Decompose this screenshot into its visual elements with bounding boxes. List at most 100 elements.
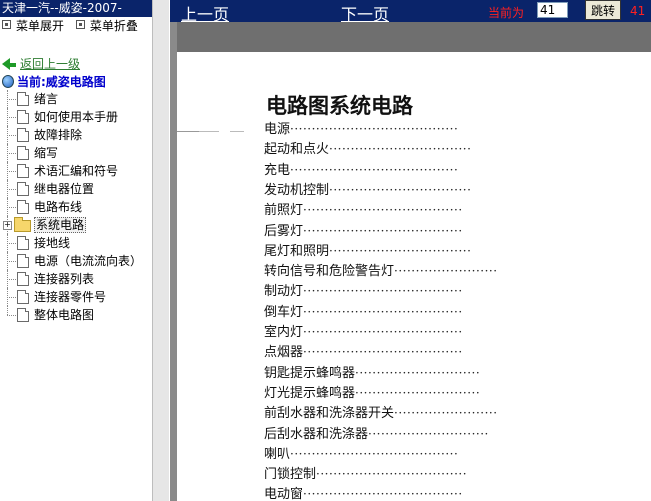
manual-title: 天津一汽--威姿-2007- <box>0 0 152 17</box>
jump-button[interactable]: 跳转 <box>585 0 621 20</box>
toc-entry: 倒车灯····································· <box>264 301 463 320</box>
back-link[interactable]: 返回上一级 <box>2 55 80 72</box>
tree-branch <box>7 99 16 100</box>
toc-entry: 点烟器····································· <box>264 341 463 360</box>
tree-item-relay-locations[interactable]: 继电器位置 <box>0 180 152 198</box>
content-frame: 上一页 下一页 当前为 跳转 41 电路图系统电路 电源············… <box>170 0 651 501</box>
toc-entry: 后刮水器和洗涤器···························· <box>264 423 489 442</box>
tree-branch <box>7 189 16 190</box>
tree-branch <box>7 207 16 208</box>
tree-branch <box>7 117 16 118</box>
toc-entry-title: 点烟器 <box>264 345 304 361</box>
page-viewer[interactable]: 电路图系统电路 电源······························… <box>170 22 651 501</box>
frame-splitter[interactable] <box>152 0 169 501</box>
total-pages: 41 <box>630 4 646 18</box>
expand-menu-label: 菜单展开 <box>16 19 65 33</box>
toc-entry: 室内灯····································· <box>264 321 463 340</box>
tree-branch <box>7 243 16 244</box>
tree-item-glossary[interactable]: 术语汇编和符号 <box>0 162 152 180</box>
tree-item-label: 接地线 <box>34 236 71 250</box>
document-icon <box>17 308 29 322</box>
toc-entry: 制动灯····································· <box>264 280 463 299</box>
toc-entry-title: 转向信号和危险警告灯 <box>264 264 395 280</box>
tree-item-power-flow[interactable]: 电源（电流流向表） <box>0 252 152 270</box>
tree-item-wiring[interactable]: 电路布线 <box>0 198 152 216</box>
scan-mark <box>230 131 244 132</box>
toc-entry-title: 前照灯 <box>264 203 304 219</box>
current-node: 当前:威姿电路图 <box>2 73 106 90</box>
document-icon <box>17 200 29 214</box>
current-page-label: 当前为 <box>488 6 525 20</box>
document-icon <box>17 236 29 250</box>
dot-leader: ····································· <box>303 487 463 501</box>
dot-leader: ····························· <box>355 365 481 380</box>
dot-leader: ····································· <box>303 325 463 339</box>
dot-leader: ························ <box>394 264 498 279</box>
back-arrow-shaft <box>10 63 16 67</box>
folder-icon <box>14 217 31 232</box>
document-icon <box>17 128 29 142</box>
toc-entry: 前照灯····································· <box>264 199 463 218</box>
tree-item-connector-list[interactable]: 连接器列表 <box>0 270 152 288</box>
tree-item-label: 如何使用本手册 <box>34 110 119 124</box>
document-icon <box>17 164 29 178</box>
toc-entry: 尾灯和照明································· <box>264 240 471 259</box>
toc-entry-title: 起动和点火 <box>264 142 330 158</box>
tree-item-abbreviations[interactable]: 缩写 <box>0 144 152 162</box>
expand-icon <box>2 20 11 29</box>
collapse-menu-button[interactable]: 菜单折叠 <box>75 17 138 35</box>
scanned-page: 电路图系统电路 电源······························… <box>177 52 651 501</box>
tree-item-how-to-use[interactable]: 如何使用本手册 <box>0 108 152 126</box>
dot-leader: ··································· <box>316 467 468 482</box>
toc-entry-title: 后雾灯 <box>264 223 304 239</box>
toc-entry: 发动机控制································· <box>264 179 471 198</box>
tree-item-troubleshooting[interactable]: 故障排除 <box>0 126 152 144</box>
toc-entry: 电动窗····································· <box>264 483 463 501</box>
tree-item-system-circuits[interactable]: + 系统电路 <box>0 216 152 234</box>
tree-item-label: 电路布线 <box>34 200 83 214</box>
tree-item-label: 继电器位置 <box>34 182 95 196</box>
expand-menu-button[interactable]: 菜单展开 <box>2 17 64 35</box>
toc-entry-title: 充电 <box>264 162 291 178</box>
tree-item-label: 故障排除 <box>34 128 83 142</box>
toc-entry-title: 电源 <box>264 122 291 137</box>
toc-entry-title: 门锁控制 <box>264 467 317 483</box>
tree-item-label: 电源（电流流向表） <box>34 254 143 268</box>
toc-entry-title: 倒车灯 <box>264 304 304 320</box>
back-arrow-icon <box>2 58 10 70</box>
dot-leader: ······································· <box>290 446 459 461</box>
tree-item-connector-parts[interactable]: 连接器零件号 <box>0 288 152 306</box>
dot-leader: ························ <box>394 406 498 421</box>
tree-menu: 绪言 如何使用本手册 故障排除 缩写 术语汇编和符号 继电器位置 电路布线 + 系… <box>0 90 152 324</box>
dot-leader: ····································· <box>303 345 463 360</box>
tree-item-ground[interactable]: 接地线 <box>0 234 152 252</box>
tree-item-label: 整体电路图 <box>34 308 95 322</box>
current-node-label: 当前:威姿电路图 <box>17 75 106 89</box>
expand-plus-icon[interactable]: + <box>3 221 12 230</box>
tree-item-label: 连接器列表 <box>34 272 95 286</box>
tree-line <box>7 306 8 315</box>
document-icon <box>17 290 29 304</box>
toc-entry: 充电······································… <box>264 159 458 178</box>
tree-item-label: 绪言 <box>34 92 59 106</box>
toc-entry-title: 灯光提示蜂鸣器 <box>264 385 356 401</box>
toc-entry-title: 钥匙提示蜂鸣器 <box>264 365 356 381</box>
toc-entry: 门锁控制··································· <box>264 463 467 482</box>
toc-entry-title: 室内灯 <box>264 325 304 340</box>
tree-branch <box>7 171 16 172</box>
document-icon <box>17 272 29 286</box>
toc-entry: 起动和点火································· <box>264 138 471 157</box>
toc-entry-title: 尾灯和照明 <box>264 243 330 259</box>
dot-leader: ································· <box>329 243 472 258</box>
tree-branch <box>7 261 16 262</box>
page-number-input[interactable] <box>537 2 568 18</box>
tree-item-label: 术语汇编和符号 <box>34 164 119 178</box>
tree-item-intro[interactable]: 绪言 <box>0 90 152 108</box>
toc-entry-title: 发动机控制 <box>264 182 330 198</box>
toc-entry-title: 制动灯 <box>264 284 304 300</box>
document-icon <box>17 110 29 124</box>
document-title: 电路图系统电路 <box>266 94 413 118</box>
tree-item-overall-diagram[interactable]: 整体电路图 <box>0 306 152 324</box>
toc-entry: 前刮水器和洗涤器开关························ <box>264 402 498 421</box>
back-link-label[interactable]: 返回上一级 <box>20 57 80 71</box>
